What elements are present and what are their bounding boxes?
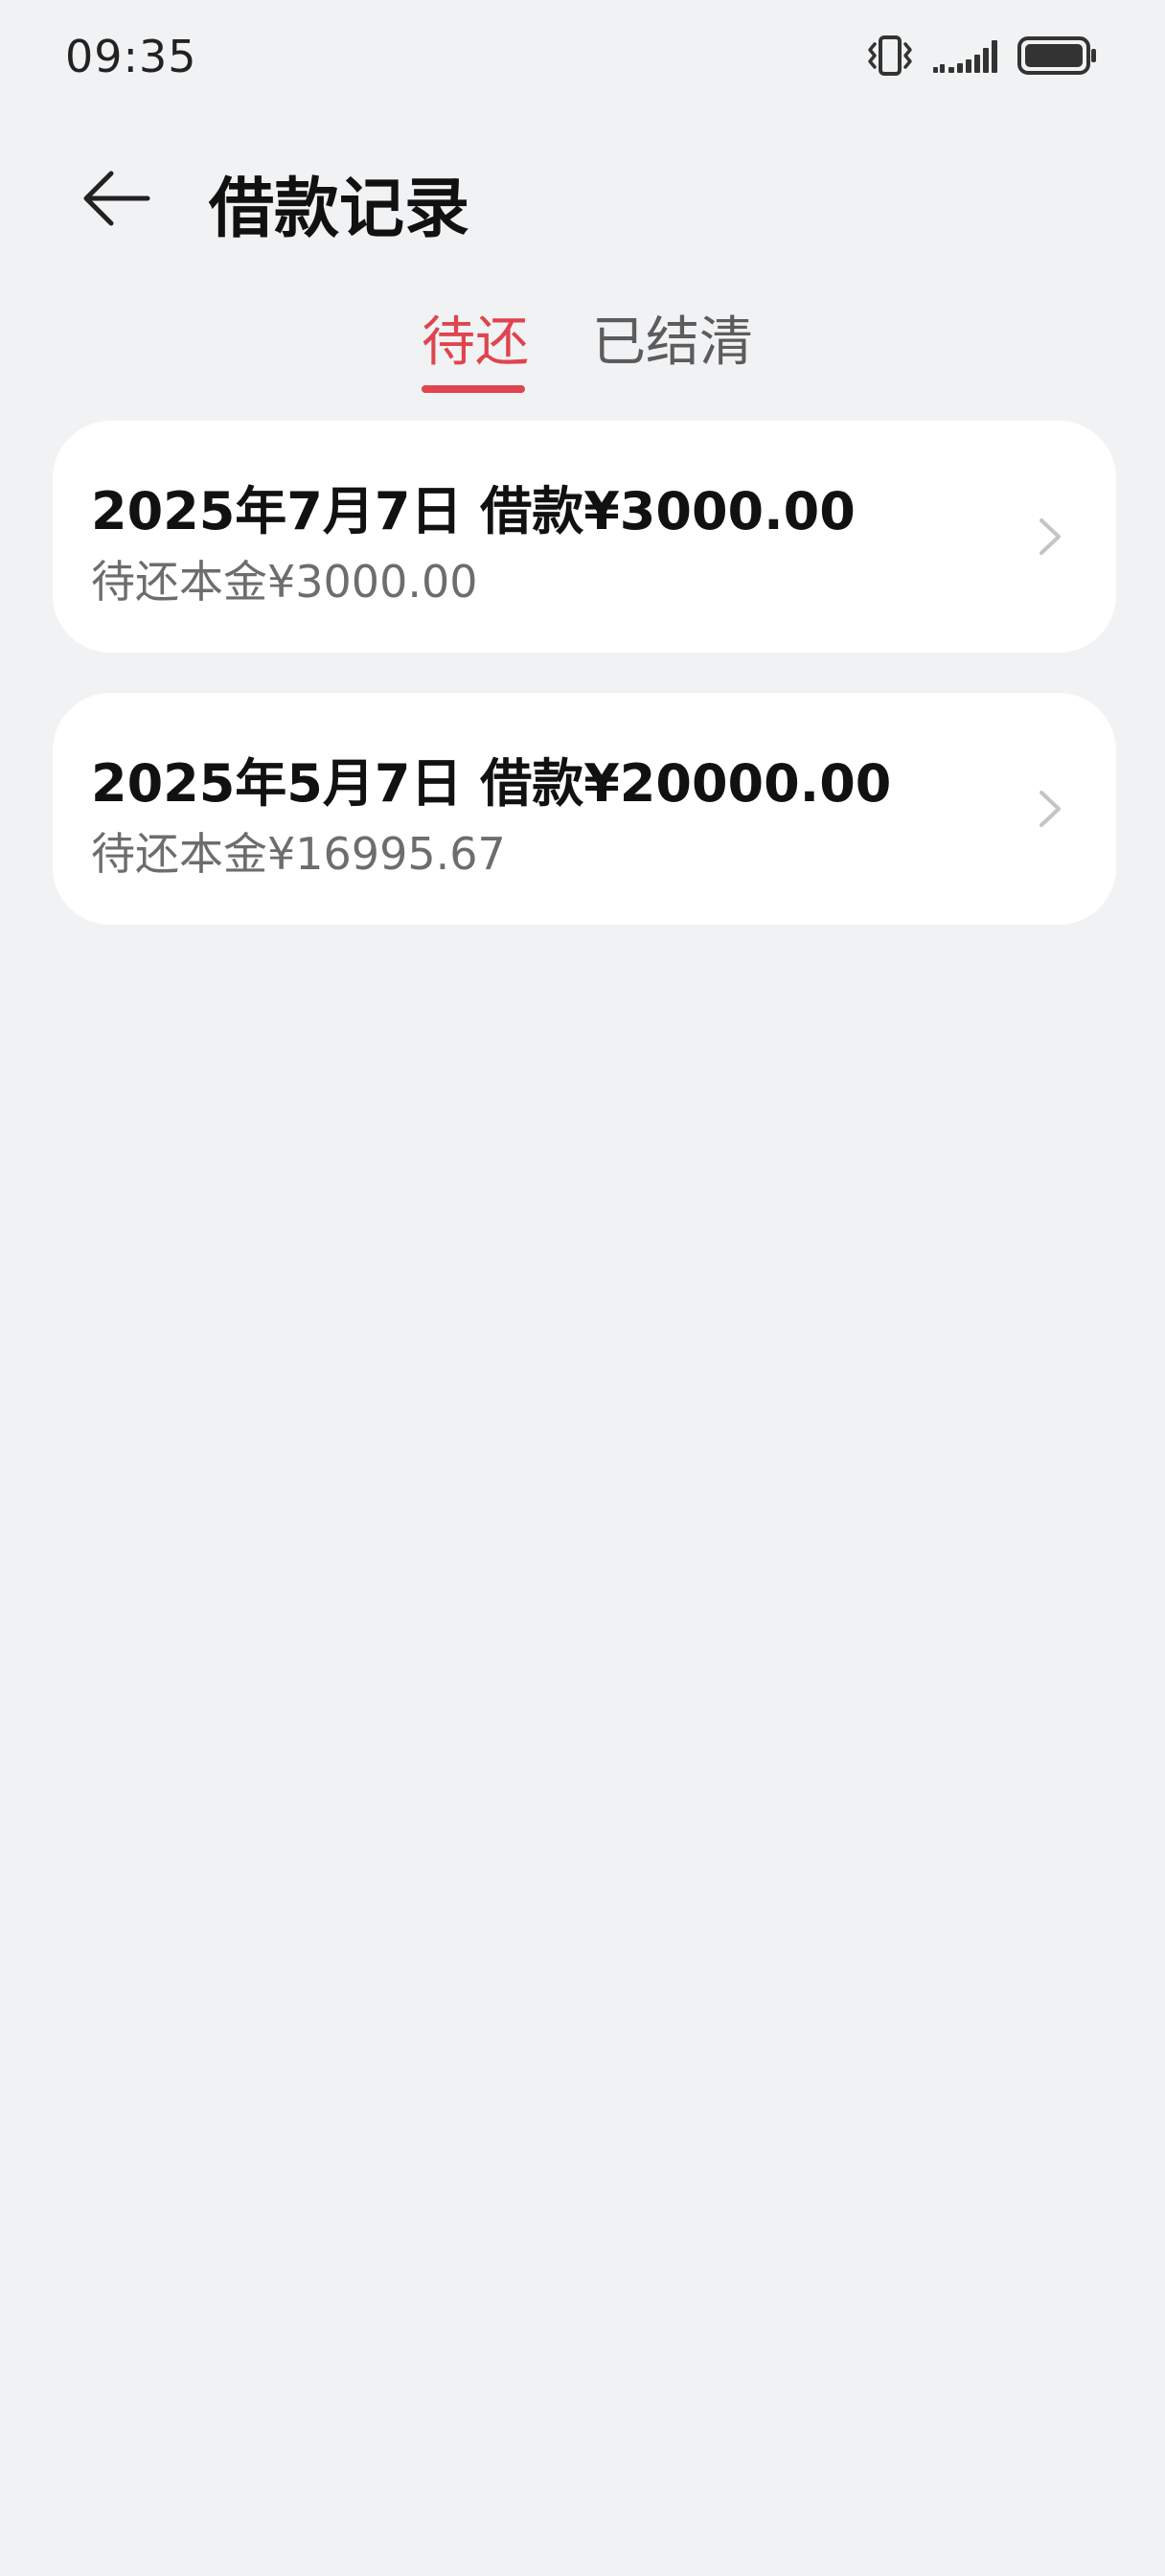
status-bar: 09:35 <box>0 0 1165 119</box>
tab-settled[interactable]: 已结清 <box>592 299 753 377</box>
signal-icon <box>931 34 1000 80</box>
active-tab-indicator <box>422 385 525 393</box>
loan-card[interactable]: 2025年7月7日 借款¥3000.00 待还本金¥3000.00 <box>53 421 1116 653</box>
loan-remaining-principal: 待还本金¥3000.00 <box>91 556 478 608</box>
battery-icon <box>1017 34 1098 80</box>
chevron-right-icon <box>1024 785 1072 833</box>
loan-title: 2025年5月7日 借款¥20000.00 <box>91 753 892 814</box>
loan-card[interactable]: 2025年5月7日 借款¥20000.00 待还本金¥16995.67 <box>53 693 1116 925</box>
tab-pending[interactable]: 待还 <box>422 299 529 377</box>
chevron-right-icon <box>1024 513 1072 561</box>
status-icons <box>866 34 1098 80</box>
loan-remaining-principal: 待还本金¥16995.67 <box>91 828 506 880</box>
page-title: 借款记录 <box>209 172 470 247</box>
arrow-left-icon <box>80 168 151 233</box>
status-time: 09:35 <box>65 31 197 82</box>
header: 借款记录 <box>0 144 1165 249</box>
back-button[interactable] <box>73 157 159 243</box>
tab-bar: 待还 已结清 <box>0 288 1165 402</box>
loan-title: 2025年7月7日 借款¥3000.00 <box>91 481 856 541</box>
vibrate-icon <box>866 34 914 80</box>
